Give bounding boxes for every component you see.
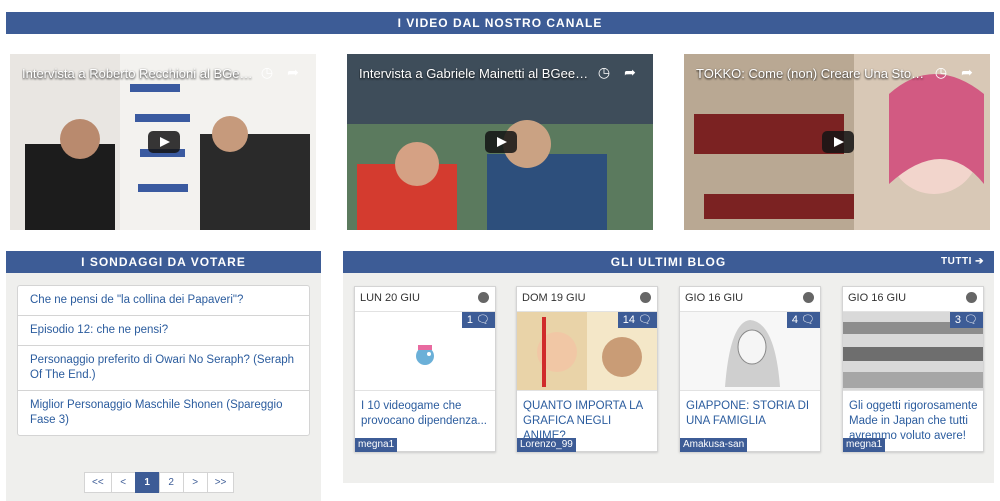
- poll-link[interactable]: Episodio 12: che ne pensi?: [18, 316, 309, 346]
- poll-link[interactable]: Miglior Personaggio Maschile Shonen (Spa…: [18, 391, 309, 435]
- share-icon[interactable]: ➦: [958, 63, 976, 81]
- video-player-2[interactable]: Intervista a Gabriele Mainetti al BGeek …: [347, 54, 653, 230]
- comment-count[interactable]: 1 🗨: [461, 312, 495, 328]
- poll-link[interactable]: Personaggio preferito di Owari No Seraph…: [18, 346, 309, 391]
- blog-author[interactable]: Lorenzo_99: [517, 438, 576, 452]
- prev-page-button[interactable]: <: [110, 472, 136, 493]
- blog-section-title: GLI ULTIMI BLOG TUTTI ➔: [343, 251, 994, 273]
- clock-icon[interactable]: ◷: [258, 63, 276, 81]
- blog-date: DOM 19 GIU: [522, 292, 586, 304]
- comment-count[interactable]: 4 🗨: [786, 312, 820, 328]
- comment-icon: 🗨: [476, 314, 490, 326]
- pagination: << < 1 2 > >>: [84, 472, 235, 493]
- globe-icon: [478, 292, 489, 303]
- blog-author[interactable]: Amakusa-san: [680, 438, 748, 452]
- comment-count-value: 4: [791, 314, 798, 326]
- globe-icon: [640, 292, 651, 303]
- video-player-3[interactable]: TOKKO: Come (non) Creare Una Storia in 2…: [684, 54, 990, 230]
- blog-card[interactable]: GIO 16 GIU 4 🗨 GIAPPONE: STORIA DI UNA F…: [679, 286, 821, 452]
- comment-icon: 🗨: [638, 314, 652, 326]
- play-icon[interactable]: [148, 131, 180, 153]
- video-title[interactable]: TOKKO: Come (non) Creare Una Storia in 2…: [696, 66, 928, 81]
- comment-count-value: 3: [954, 314, 961, 326]
- videos-section-title: I VIDEO DAL NOSTRO CANALE: [6, 12, 994, 34]
- polls-list: Che ne pensi de "la collina dei Papaveri…: [17, 285, 310, 436]
- blog-author[interactable]: megna1: [355, 438, 398, 452]
- last-page-button[interactable]: >>: [206, 472, 235, 493]
- blog-card[interactable]: GIO 16 GIU 3 🗨 Gli oggetti rigorosamente…: [842, 286, 984, 452]
- blog-author[interactable]: megna1: [843, 438, 886, 452]
- poll-link[interactable]: Che ne pensi de "la collina dei Papaveri…: [18, 286, 309, 316]
- next-page-button[interactable]: >: [182, 472, 208, 493]
- comment-icon: 🗨: [801, 314, 815, 326]
- globe-icon: [803, 292, 814, 303]
- comment-count[interactable]: 14 🗨: [617, 312, 657, 328]
- polls-panel: Che ne pensi de "la collina dei Papaveri…: [6, 273, 321, 501]
- video-title[interactable]: Intervista a Roberto Recchioni al BGeek …: [22, 66, 254, 81]
- comment-count[interactable]: 3 🗨: [949, 312, 983, 328]
- video-player-1[interactable]: Intervista a Roberto Recchioni al BGeek …: [10, 54, 316, 230]
- page-1-button[interactable]: 1: [134, 472, 160, 493]
- share-icon[interactable]: ➦: [621, 63, 639, 81]
- blog-date: LUN 20 GIU: [360, 292, 420, 304]
- play-icon[interactable]: [485, 131, 517, 153]
- page-2-button[interactable]: 2: [158, 472, 184, 493]
- comment-count-value: 1: [466, 314, 473, 326]
- clock-icon[interactable]: ◷: [595, 63, 613, 81]
- blog-card[interactable]: DOM 19 GIU 14 🗨 QUANTO IMPORTA LA GRAFIC…: [516, 286, 658, 452]
- comment-count-value: 14: [622, 314, 635, 326]
- polls-section-title: I SONDAGGI DA VOTARE: [6, 251, 321, 273]
- share-icon[interactable]: ➦: [284, 63, 302, 81]
- video-title[interactable]: Intervista a Gabriele Mainetti al BGeek …: [359, 66, 591, 81]
- all-blogs-link[interactable]: TUTTI ➔: [941, 251, 984, 273]
- blog-date: GIO 16 GIU: [685, 292, 744, 304]
- comment-icon: 🗨: [964, 314, 978, 326]
- play-icon[interactable]: [822, 131, 854, 153]
- first-page-button[interactable]: <<: [84, 472, 112, 493]
- globe-icon: [966, 292, 977, 303]
- clock-icon[interactable]: ◷: [932, 63, 950, 81]
- blog-date: GIO 16 GIU: [848, 292, 907, 304]
- blog-section-heading: GLI ULTIMI BLOG: [610, 255, 727, 269]
- blog-card[interactable]: LUN 20 GIU 1 🗨 I 10 videogame che provoc…: [354, 286, 496, 452]
